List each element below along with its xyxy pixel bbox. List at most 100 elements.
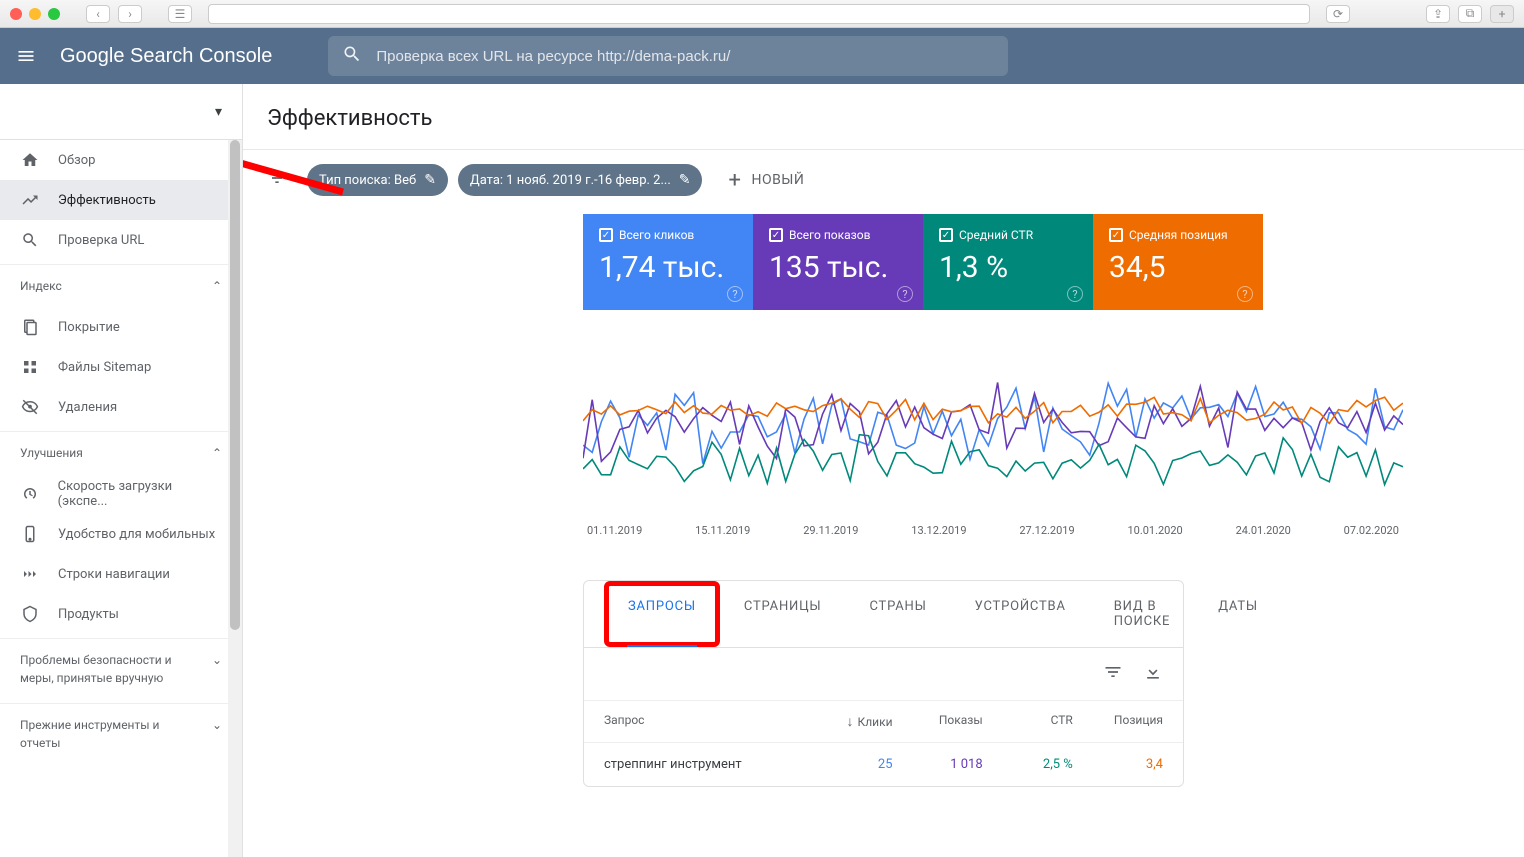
forward-button[interactable]: › xyxy=(118,5,142,23)
hamburger-menu-icon[interactable] xyxy=(8,38,44,74)
sidebar-label: Эффективность xyxy=(58,193,156,208)
sidebar: ▾ Обзор Эффективность Проверка URL Индек… xyxy=(0,84,243,857)
app-header: Google Search Console xyxy=(0,28,1524,84)
col-header-clicks[interactable]: ↓Клики xyxy=(802,713,892,730)
x-tick-label: 29.11.2019 xyxy=(803,524,858,537)
checkbox-icon: ✓ xyxy=(599,228,613,242)
filter-rows-icon[interactable] xyxy=(1103,662,1123,686)
chip-date-range[interactable]: Дата: 1 нояб. 2019 г.-16 февр. 2... ✎ xyxy=(458,164,703,196)
minimize-window-button[interactable] xyxy=(29,8,41,20)
sidebar-label: Удобство для мобильных xyxy=(58,527,215,542)
page-title: Эффективность xyxy=(243,84,1524,150)
download-icon[interactable] xyxy=(1143,662,1163,686)
help-icon[interactable]: ? xyxy=(1237,286,1253,302)
sidebar-item-removals[interactable]: Удаления xyxy=(0,387,242,427)
x-tick-label: 24.01.2020 xyxy=(1236,524,1291,537)
card-avg-ctr[interactable]: ✓Средний CTR 1,3 % ? xyxy=(923,214,1093,310)
sidebar-item-url-inspect[interactable]: Проверка URL xyxy=(0,220,242,260)
traffic-lights xyxy=(10,8,60,20)
tab-страны[interactable]: СТРАНЫ xyxy=(845,581,950,647)
breadcrumb-icon xyxy=(20,565,40,583)
x-tick-label: 13.12.2019 xyxy=(911,524,966,537)
tabs-button[interactable]: ⧉ xyxy=(1458,5,1482,23)
x-tick-label: 10.01.2020 xyxy=(1127,524,1182,537)
x-tick-label: 01.11.2019 xyxy=(587,524,642,537)
share-button[interactable]: ⇪ xyxy=(1426,5,1450,23)
url-search-input[interactable] xyxy=(376,48,994,65)
help-icon[interactable]: ? xyxy=(1067,286,1083,302)
tab-страницы[interactable]: СТРАНИЦЫ xyxy=(720,581,846,647)
sidebar-label: Продукты xyxy=(58,607,119,622)
metric-cards: ✓Всего кликов 1,74 тыс. ? ✓Всего показов… xyxy=(583,214,1263,310)
checkbox-icon: ✓ xyxy=(939,228,953,242)
search-icon xyxy=(342,44,362,68)
metric-value: 135 тыс. xyxy=(769,250,907,285)
tab-устройства[interactable]: УСТРОЙСТВА xyxy=(951,581,1090,647)
sidebar-item-mobile[interactable]: Удобство для мобильных xyxy=(0,514,242,554)
back-button[interactable]: ‹ xyxy=(86,5,110,23)
table-row[interactable]: стреппинг инструмент251 0182,5 %3,4 xyxy=(584,742,1183,786)
chart-line-2 xyxy=(583,435,1403,485)
chevron-up-icon: ⌃ xyxy=(212,279,222,293)
card-total-clicks[interactable]: ✓Всего кликов 1,74 тыс. ? xyxy=(583,214,753,310)
chip-search-type[interactable]: Тип поиска: Веб ✎ xyxy=(307,164,448,196)
sidebar-section-security[interactable]: Проблемы безопасности и меры, принятые в… xyxy=(0,638,242,699)
performance-chart: 01.11.2019 15.11.2019 29.11.2019 13.12.2019… xyxy=(583,330,1403,560)
filter-icon[interactable] xyxy=(267,168,297,192)
sidebar-section-index[interactable]: Индекс ⌃ xyxy=(0,264,242,307)
trend-icon xyxy=(20,191,40,209)
property-selector[interactable]: ▾ xyxy=(0,84,242,140)
sidebar-item-performance[interactable]: Эффективность xyxy=(0,180,242,220)
sidebar-item-overview[interactable]: Обзор xyxy=(0,140,242,180)
sidebar-section-legacy[interactable]: Прежние инструменты и отчеты ⌄ xyxy=(0,703,242,764)
help-icon[interactable]: ? xyxy=(727,286,743,302)
sidebar-scrollbar-thumb[interactable] xyxy=(230,140,240,630)
col-header-position[interactable]: Позиция xyxy=(1073,713,1163,730)
x-tick-label: 07.02.2020 xyxy=(1344,524,1399,537)
close-window-button[interactable] xyxy=(10,8,22,20)
col-header-impressions[interactable]: Показы xyxy=(893,713,983,730)
chevron-down-icon: ▾ xyxy=(215,104,222,120)
table-header: Запрос ↓Клики Показы CTR Позиция xyxy=(584,700,1183,742)
tab-вид в поиске[interactable]: ВИД В ПОИСКЕ xyxy=(1090,581,1195,647)
tab-запросы[interactable]: ЗАПРОСЫ xyxy=(604,581,720,647)
tab-даты[interactable]: ДАТЫ xyxy=(1194,581,1282,647)
col-header-query[interactable]: Запрос xyxy=(604,713,802,730)
product-icon xyxy=(20,605,40,623)
url-bar[interactable] xyxy=(208,4,1310,24)
plus-icon: + xyxy=(728,168,741,193)
chevron-down-icon: ⌄ xyxy=(212,651,222,687)
sidebar-item-products[interactable]: Продукты xyxy=(0,594,242,634)
filter-bar: Тип поиска: Веб ✎ Дата: 1 нояб. 2019 г.-… xyxy=(243,150,1524,214)
reload-button[interactable]: ⟳ xyxy=(1326,5,1350,23)
dimension-tabs: ЗАПРОСЫСТРАНИЦЫСТРАНЫУСТРОЙСТВАВИД В ПОИ… xyxy=(584,581,1183,648)
new-tab-button[interactable]: + xyxy=(1490,5,1514,23)
help-icon[interactable]: ? xyxy=(897,286,913,302)
sidebar-item-sitemaps[interactable]: Файлы Sitemap xyxy=(0,347,242,387)
maximize-window-button[interactable] xyxy=(48,8,60,20)
x-tick-label: 15.11.2019 xyxy=(695,524,750,537)
card-avg-position[interactable]: ✓Средняя позиция 34,5 ? xyxy=(1093,214,1263,310)
app-logo: Google Search Console xyxy=(60,45,272,68)
sidebar-item-breadcrumbs[interactable]: Строки навигации xyxy=(0,554,242,594)
sidebar-item-speed[interactable]: Скорость загрузки (экспе... xyxy=(0,474,242,514)
col-header-ctr[interactable]: CTR xyxy=(983,713,1073,730)
sidebar-item-coverage[interactable]: Покрытие xyxy=(0,307,242,347)
metric-value: 1,74 тыс. xyxy=(599,250,737,285)
sidebar-toggle-button[interactable]: ☰ xyxy=(168,5,192,23)
pencil-icon: ✎ xyxy=(679,172,691,188)
data-table-card: ЗАПРОСЫСТРАНИЦЫСТРАНЫУСТРОЙСТВАВИД В ПОИ… xyxy=(583,580,1184,787)
home-icon xyxy=(20,151,40,169)
pencil-icon: ✎ xyxy=(424,172,436,188)
sidebar-label: Обзор xyxy=(58,153,95,168)
browser-chrome: ‹ › ☰ ⟳ ⇪ ⧉ + xyxy=(0,0,1524,28)
add-filter-button[interactable]: + НОВЫЙ xyxy=(728,168,804,193)
inspect-icon xyxy=(20,231,40,249)
sitemap-icon xyxy=(20,358,40,376)
chevron-up-icon: ⌃ xyxy=(212,446,222,460)
url-search-box[interactable] xyxy=(328,36,1008,76)
sidebar-section-enhancements[interactable]: Улучшения ⌃ xyxy=(0,431,242,474)
chevron-down-icon: ⌄ xyxy=(212,716,222,752)
x-tick-label: 27.12.2019 xyxy=(1019,524,1074,537)
card-total-impressions[interactable]: ✓Всего показов 135 тыс. ? xyxy=(753,214,923,310)
